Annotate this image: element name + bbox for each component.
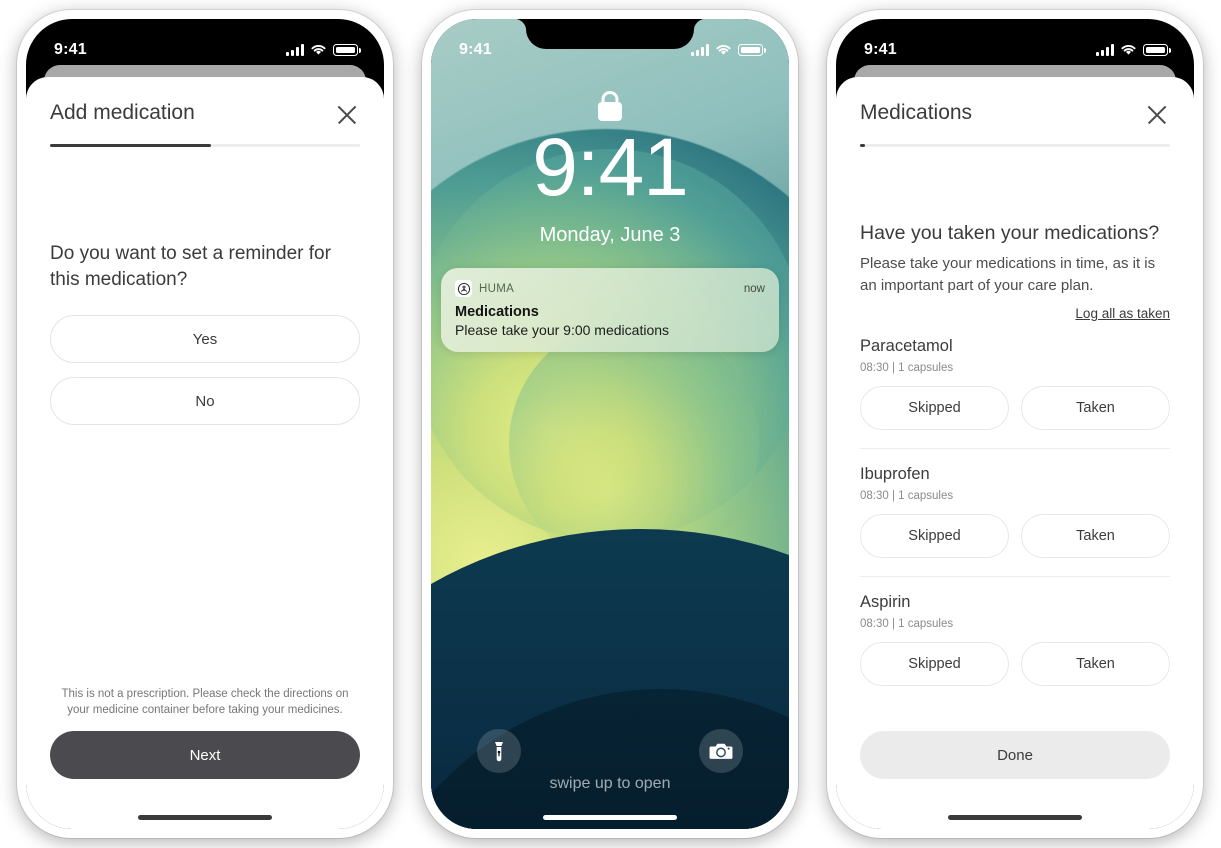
cellular-bars-icon xyxy=(286,44,304,56)
sheet-body: Have you taken your medications? Please … xyxy=(836,147,1194,829)
medication-name: Ibuprofen xyxy=(860,464,930,483)
medication-actions: Skipped Taken xyxy=(860,385,1170,430)
swipe-up-hint: swipe up to open xyxy=(549,775,671,792)
taken-button[interactable]: Taken xyxy=(1021,513,1170,558)
next-button[interactable]: Next xyxy=(50,731,360,779)
battery-icon xyxy=(738,44,766,56)
lock-icon xyxy=(598,91,622,121)
phone-medications: 9:41 Medications Have you taken your med… xyxy=(827,10,1203,838)
status-bar-time: 9:41 xyxy=(864,41,897,58)
notification-title: Medications xyxy=(455,304,539,320)
notification-banner[interactable]: HUMA now Medications Please take your 9:… xyxy=(441,268,779,352)
close-icon[interactable] xyxy=(334,102,360,128)
prescription-disclaimer: This is not a prescription. Please check… xyxy=(61,687,349,717)
huma-app-icon xyxy=(455,280,472,297)
medication-actions: Skipped Taken xyxy=(860,513,1170,558)
wifi-icon xyxy=(311,44,326,55)
page-title: Medications xyxy=(860,101,973,124)
lock-screen-clock: 9:41 xyxy=(532,122,689,213)
phone-3-notch xyxy=(931,19,1099,49)
medication-meta: 08:30 | 1 capsules xyxy=(860,489,954,502)
notification-header: HUMA now xyxy=(455,280,765,297)
close-icon[interactable] xyxy=(1144,102,1170,128)
phone-2-screen: 9:41 9:41 Monday, June 3 HUMA now Medica… xyxy=(431,19,789,829)
skipped-button[interactable]: Skipped xyxy=(860,385,1009,430)
medications-intro: Have you taken your medications? Please … xyxy=(860,221,1170,321)
screenshot-stage: 9:41 Add medication Do you want to set a… xyxy=(0,0,1221,848)
phone-1-notch xyxy=(121,19,289,49)
medication-meta: 08:30 | 1 capsules xyxy=(860,617,954,630)
phone-lock-screen: 9:41 9:41 Monday, June 3 HUMA now Medica… xyxy=(422,10,798,838)
phone-3-screen: 9:41 Medications Have you taken your med… xyxy=(836,19,1194,829)
phone-2-notch xyxy=(526,19,694,49)
medication-name: Aspirin xyxy=(860,592,911,611)
medications-sheet: Medications Have you taken your medicati… xyxy=(836,77,1194,829)
notification-app-name: HUMA xyxy=(479,282,515,295)
log-all-row: Log all as taken xyxy=(860,306,1170,321)
notification-app: HUMA xyxy=(455,280,514,297)
medication-row: Aspirin 08:30 | 1 capsules Skipped Taken xyxy=(860,575,1170,686)
camera-icon[interactable] xyxy=(699,729,743,773)
taken-button[interactable]: Taken xyxy=(1021,385,1170,430)
medications-heading: Have you taken your medications? xyxy=(860,222,1160,244)
log-all-as-taken-link[interactable]: Log all as taken xyxy=(1075,306,1170,321)
status-bar-indicators xyxy=(1096,44,1171,56)
done-button[interactable]: Done xyxy=(860,731,1170,779)
page-title: Add medication xyxy=(50,101,195,124)
wifi-icon xyxy=(716,44,731,55)
cellular-bars-icon xyxy=(691,44,709,56)
cellular-bars-icon xyxy=(1096,44,1114,56)
answer-no-button[interactable]: No xyxy=(50,377,360,426)
medication-row: Ibuprofen 08:30 | 1 capsules Skipped Tak… xyxy=(860,447,1170,558)
medication-actions: Skipped Taken xyxy=(860,641,1170,686)
sheet-header: Medications xyxy=(836,77,1194,128)
reminder-question: Do you want to set a reminder for this m… xyxy=(50,243,331,291)
home-indicator[interactable] xyxy=(948,815,1082,820)
status-bar-indicators xyxy=(691,44,766,56)
wifi-icon xyxy=(1121,44,1136,55)
answer-yes-button[interactable]: Yes xyxy=(50,315,360,364)
notification-timestamp: now xyxy=(743,282,765,295)
add-medication-sheet: Add medication Do you want to set a remi… xyxy=(26,77,384,829)
skipped-button[interactable]: Skipped xyxy=(860,513,1009,558)
lock-screen-date: Monday, June 3 xyxy=(539,224,681,246)
taken-button[interactable]: Taken xyxy=(1021,641,1170,686)
skipped-button[interactable]: Skipped xyxy=(860,641,1009,686)
phone-1-screen: 9:41 Add medication Do you want to set a… xyxy=(26,19,384,829)
status-bar-time: 9:41 xyxy=(54,41,87,58)
medication-name: Paracetamol xyxy=(860,336,953,355)
flashlight-icon[interactable] xyxy=(477,729,521,773)
sheet-header: Add medication xyxy=(26,77,384,128)
notification-body: Please take your 9:00 medications xyxy=(455,322,670,338)
home-indicator[interactable] xyxy=(138,815,272,820)
battery-icon xyxy=(333,44,361,56)
medications-subheading: Please take your medications in time, as… xyxy=(860,255,1156,294)
phone-add-medication: 9:41 Add medication Do you want to set a… xyxy=(17,10,393,838)
home-indicator[interactable] xyxy=(543,815,677,820)
medication-row: Paracetamol 08:30 | 1 capsules Skipped T… xyxy=(860,321,1170,430)
sheet-body: Do you want to set a reminder for this m… xyxy=(26,147,384,829)
status-bar-time: 9:41 xyxy=(459,41,492,58)
battery-icon xyxy=(1143,44,1171,56)
medication-meta: 08:30 | 1 capsules xyxy=(860,361,954,374)
status-bar-indicators xyxy=(286,44,361,56)
lock-body xyxy=(598,102,622,121)
